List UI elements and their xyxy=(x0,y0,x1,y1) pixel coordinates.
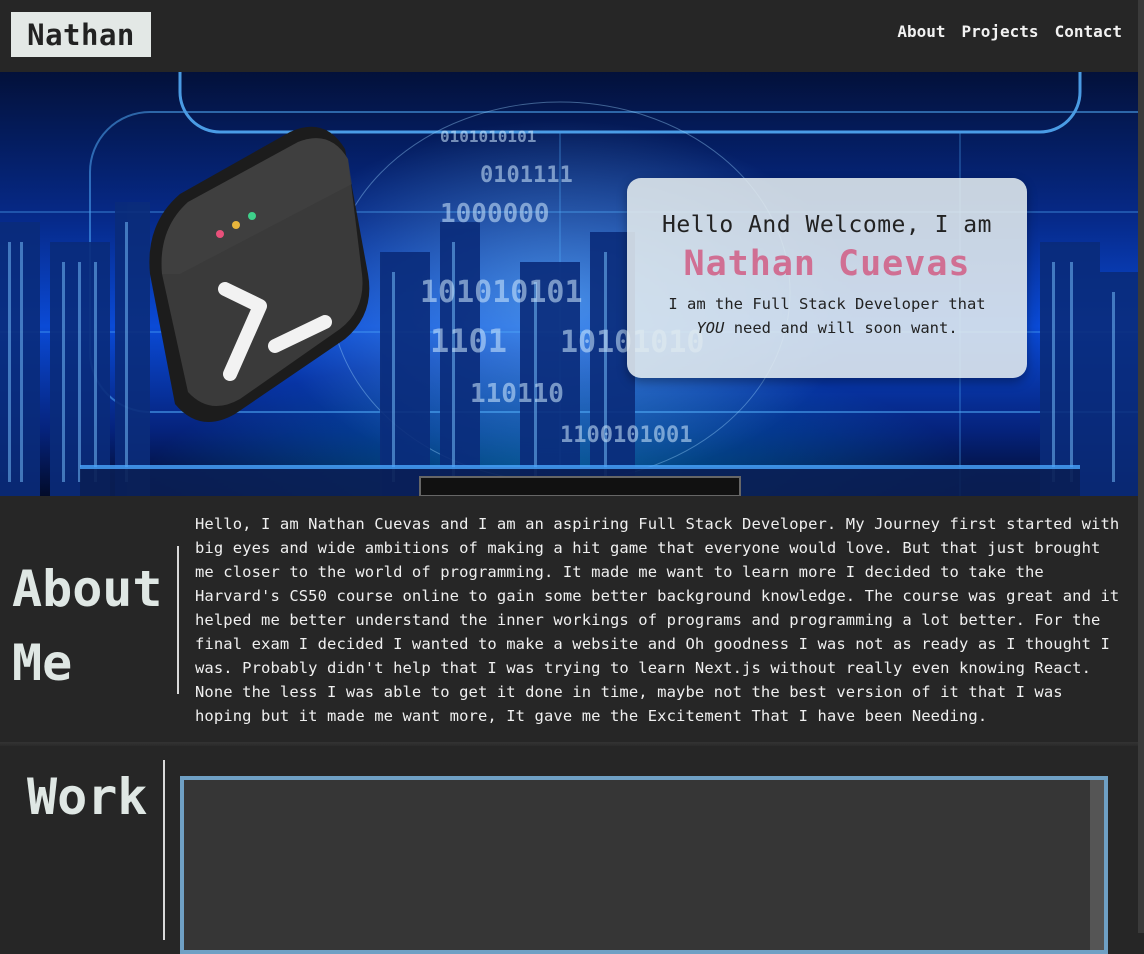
hero-banner: 0101010101 0101111 1000000 101010101 110… xyxy=(0,72,1138,496)
about-section: About Me Hello, I am Nathan Cuevas and I… xyxy=(0,496,1138,742)
tagline-line1: I am the Full Stack Developer that xyxy=(668,295,986,313)
nav-link-contact[interactable]: Contact xyxy=(1055,22,1122,41)
hero-welcome-card: Hello And Welcome, I am Nathan Cuevas I … xyxy=(627,178,1027,378)
binary-row: 1000000 xyxy=(440,199,550,229)
about-title-line1: About xyxy=(12,560,163,618)
nav-link-projects[interactable]: Projects xyxy=(962,22,1039,41)
page-scrollbar[interactable] xyxy=(1138,0,1144,933)
about-title-line2: Me xyxy=(12,634,73,692)
hero-greeting: Hello And Welcome, I am xyxy=(662,212,992,238)
about-divider xyxy=(177,546,179,694)
hero-name: Nathan Cuevas xyxy=(683,244,971,284)
top-navbar: Nathan About Projects Contact xyxy=(0,0,1138,73)
nav-link-about[interactable]: About xyxy=(897,22,945,41)
binary-row: 1101 xyxy=(430,322,507,360)
binary-row: 1100101001 xyxy=(560,423,692,448)
nav-links: About Projects Contact xyxy=(897,22,1122,41)
work-divider xyxy=(163,760,165,940)
about-paragraph: Hello, I am Nathan Cuevas and I am an as… xyxy=(195,515,1120,725)
work-title: Work xyxy=(27,768,148,826)
work-frame-scrollbar[interactable] xyxy=(1090,780,1104,950)
terminal-app-icon xyxy=(149,126,370,422)
work-section: Work xyxy=(0,746,1138,954)
about-title: About Me xyxy=(12,552,172,700)
hero-tagline: I am the Full Stack Developer that YOU n… xyxy=(627,292,1027,340)
binary-row: 0101010101 xyxy=(440,127,536,146)
work-projects-frame[interactable] xyxy=(180,776,1108,954)
site-logo[interactable]: Nathan xyxy=(11,12,151,57)
tagline-emphasis: YOU xyxy=(696,319,725,337)
binary-row: 101010101 xyxy=(420,275,583,310)
tagline-line2: need and will soon want. xyxy=(733,319,958,337)
binary-row: 110110 xyxy=(470,379,564,409)
binary-row: 0101111 xyxy=(480,163,573,188)
